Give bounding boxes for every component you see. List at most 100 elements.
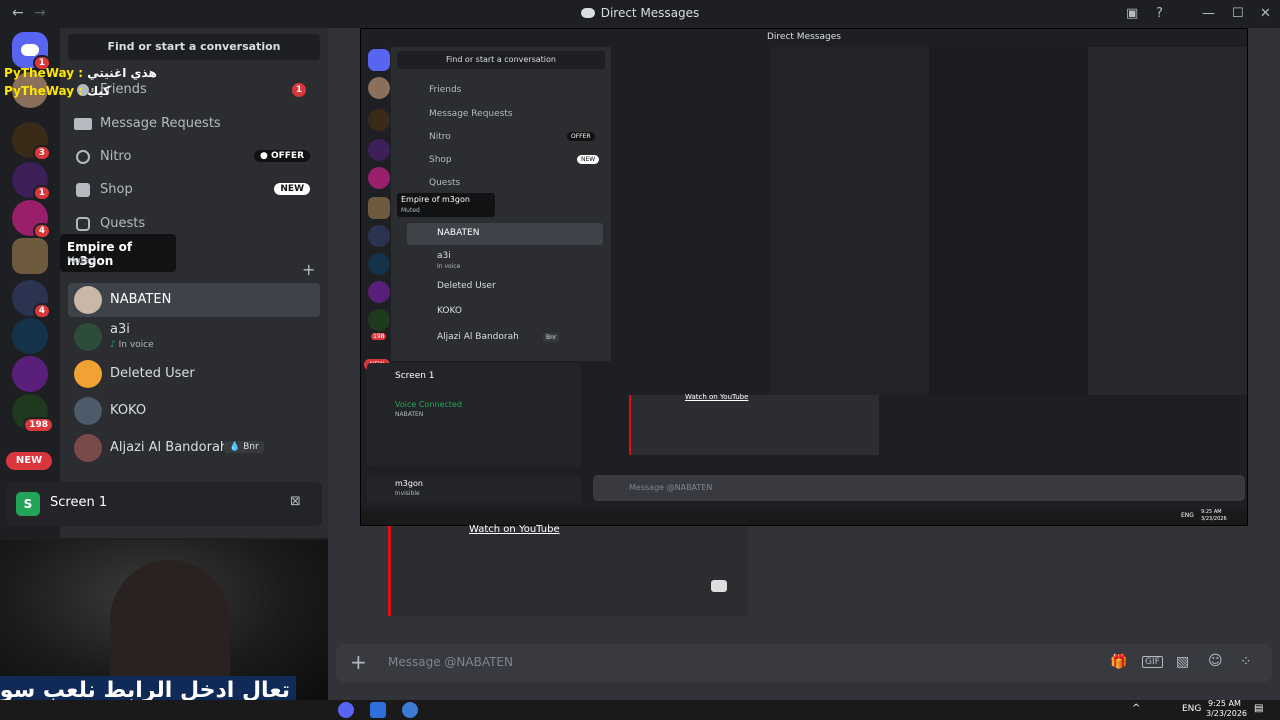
inner-server-icon [368, 109, 390, 131]
sticker-icon[interactable]: ▧ [1176, 654, 1189, 670]
server-icon[interactable]: 4 [12, 200, 51, 239]
inner-server-icon [368, 197, 390, 219]
friends-badge: 1 [292, 83, 306, 97]
nav-message-requests-label: Message Requests [100, 116, 221, 131]
screenshare-panel: S Screen 1 ⊠ [6, 482, 322, 526]
youtube-icon[interactable] [711, 580, 727, 592]
gift-icon[interactable]: 🎁 [1110, 654, 1127, 670]
chat-line: PyTheWay : كيك [4, 84, 111, 98]
minimize-icon[interactable]: — [1202, 6, 1215, 21]
inner-search: Find or start a conversation [397, 51, 605, 69]
server-icon[interactable]: 3 [12, 122, 51, 161]
gif-icon[interactable]: GIF [1142, 656, 1163, 668]
inner-quests: Quests [429, 178, 461, 188]
help-icon[interactable]: ? [1156, 6, 1163, 21]
tray-time[interactable]: 9:25 AM [1208, 699, 1241, 708]
inner-dm-selected: NABATEN [407, 223, 603, 245]
message-input[interactable]: Message @NABATEN [388, 655, 513, 669]
inner-shop: Shop [429, 155, 452, 165]
server-icon[interactable]: 4 [12, 280, 51, 319]
inner-offer-pill: OFFER [567, 132, 595, 141]
inner-voice-panel: Screen 1 Voice Connected NABATEN [367, 363, 581, 467]
inner-server-icon [368, 281, 390, 303]
nav-message-requests[interactable]: Message Requests [68, 109, 320, 139]
inner-dm: Deleted User [437, 281, 496, 291]
dm-name: Aljazi Al Bandorah [110, 440, 229, 455]
nested-recursive-frames [611, 47, 1247, 395]
dm-item[interactable]: Deleted User [68, 357, 320, 391]
inner-server-icon [368, 225, 390, 247]
inner-message-requests: Message Requests [429, 109, 513, 119]
discord-icon [21, 44, 39, 56]
tooltip-status: Muted [67, 256, 96, 266]
server-icon[interactable] [12, 356, 48, 392]
stream-chat-overlay: PyTheWay : هذي اغنيتي PyTheWay : كيك [4, 66, 157, 102]
dm-name: KOKO [110, 403, 147, 418]
windows-taskbar: ^ ENG 9:25 AM 3/23/2026 ▤ [0, 699, 1280, 720]
inner-server-icon [368, 253, 390, 275]
server-icon[interactable]: 198 [12, 394, 54, 433]
maximize-icon[interactable]: ☐ [1232, 6, 1244, 21]
inner-dm: KOKO [437, 306, 462, 316]
apps-icon[interactable]: ⁘ [1240, 654, 1252, 670]
server-icon[interactable]: 1 [12, 162, 51, 201]
create-dm-plus-icon[interactable]: + [302, 260, 315, 279]
inner-titlebar: Direct Messages [361, 29, 1247, 47]
close-icon[interactable]: ✕ [1260, 6, 1271, 21]
dm-name: Deleted User [110, 366, 195, 381]
taskbar-app-icon[interactable] [402, 702, 418, 718]
nav-quests-label: Quests [100, 216, 146, 231]
taskbar-app-icon[interactable] [338, 702, 354, 718]
screenshare-video: Direct Messages 198 NEW Find or start a … [360, 28, 1248, 526]
tray-date[interactable]: 3/23/2026 [1206, 709, 1247, 718]
inner-taskbar: ENG 9:25 AM 3/23/2026 [361, 509, 1247, 525]
tray-language[interactable]: ENG [1182, 704, 1201, 714]
shop-icon [76, 183, 90, 197]
dm-item[interactable]: a3i ♪ In voice [68, 320, 320, 354]
inner-embed: Watch on YouTube [629, 393, 879, 455]
attach-plus-icon[interactable]: + [350, 650, 367, 674]
dm-name: a3i [110, 322, 130, 337]
avatar [74, 323, 102, 351]
new-servers-pill[interactable]: NEW [6, 452, 52, 470]
dm-item[interactable]: Aljazi Al Bandorah 💧 Bnr [68, 431, 320, 465]
inner-dm: a3i [437, 251, 451, 261]
avatar [74, 286, 102, 314]
dm-name: NABATEN [110, 292, 172, 307]
dm-item[interactable]: KOKO [68, 394, 320, 428]
unread-badge: 4 [32, 223, 51, 239]
nav-shop[interactable]: Shop NEW [68, 175, 320, 205]
tray-chevron-icon[interactable]: ^ [1132, 703, 1140, 714]
home-dm-button[interactable]: 1 [12, 32, 51, 71]
dm-status: ♪ In voice [110, 340, 154, 350]
inner-new-pill: NEW [577, 155, 600, 164]
inner-clan-tag: Bnr [543, 333, 560, 342]
taskbar-app-icon[interactable] [370, 702, 386, 718]
avatar [74, 397, 102, 425]
inner-dm-sidebar: Find or start a conversation Friends Mes… [391, 47, 611, 361]
search-input[interactable]: Find or start a conversation [68, 34, 320, 60]
nav-nitro-label: Nitro [100, 149, 132, 164]
inner-dm-sub: In voice [437, 263, 461, 270]
avatar [74, 360, 102, 388]
inner-server-icon [368, 77, 390, 99]
popout-icon[interactable]: ⊠ [290, 494, 301, 509]
unread-badge: 1 [32, 185, 51, 201]
inbox-icon[interactable]: ▣ [1126, 6, 1138, 21]
unread-badge: 4 [32, 303, 51, 319]
inner-friends: Friends [429, 85, 462, 95]
emoji-icon[interactable]: ☺ [1208, 653, 1223, 669]
dm-item[interactable]: NABATEN [68, 283, 320, 317]
server-icon-empire-of-m3gon[interactable] [12, 238, 48, 274]
nav-nitro[interactable]: Nitro ● OFFER [68, 142, 320, 172]
unread-badge: 3 [32, 145, 51, 161]
screen-app-icon: S [16, 492, 40, 516]
nitro-icon [76, 150, 90, 164]
inner-nested-stream [611, 47, 1247, 395]
notification-icon[interactable]: ▤ [1254, 703, 1263, 714]
server-tooltip: Empire of m3gon Muted [60, 234, 176, 272]
inner-tooltip: Empire of m3gon Muted [397, 193, 495, 217]
unread-badge: 198 [23, 417, 54, 433]
watch-on-youtube-link[interactable]: Watch on YouTube [469, 524, 560, 535]
server-icon[interactable] [12, 318, 48, 354]
